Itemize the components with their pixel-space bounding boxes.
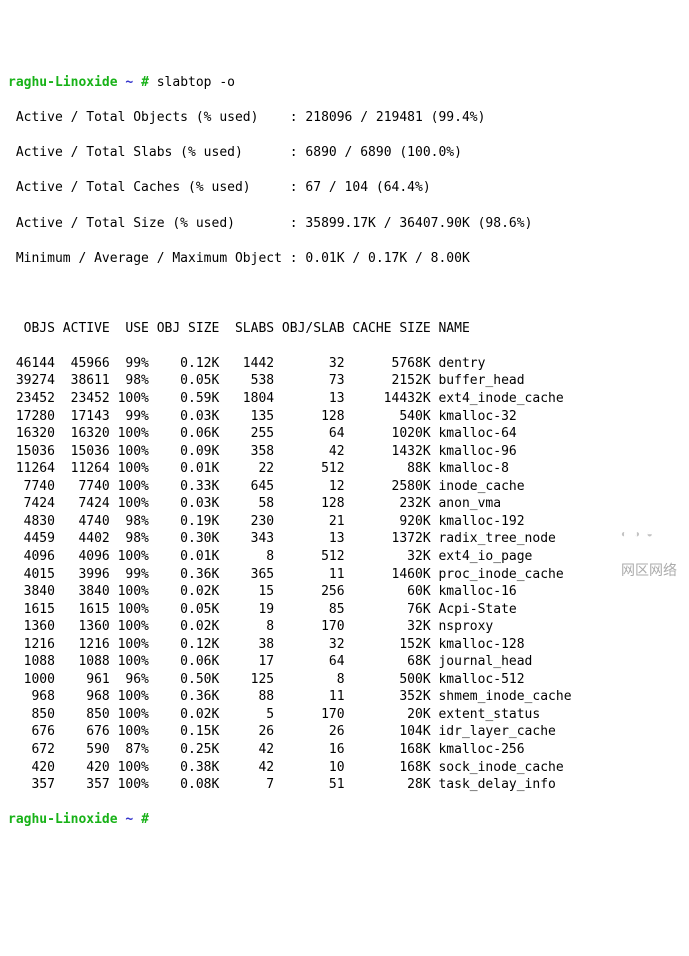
command-text: slabtop -o — [157, 75, 235, 90]
prompt-path: ~ — [125, 812, 133, 827]
table-header: OBJS ACTIVE USE OBJ SIZE SLABS OBJ/SLAB … — [8, 320, 681, 338]
watermark-icons: ◐ ◑ ◒ — [621, 529, 655, 540]
watermark-text: 网区网络 — [621, 562, 677, 578]
prompt-path: ~ — [125, 75, 133, 90]
prompt-line: raghu-Linoxide ~ # slabtop -o — [8, 74, 681, 92]
prompt-user-host: raghu-Linoxide — [8, 812, 118, 827]
summary-line-3: Active / Total Caches (% used) : 67 / 10… — [8, 179, 681, 197]
blank-line — [8, 285, 681, 303]
prompt-hash: # — [141, 812, 149, 827]
prompt-line-end: raghu-Linoxide ~ # — [8, 811, 681, 829]
summary-line-5: Minimum / Average / Maximum Object : 0.0… — [8, 250, 681, 268]
prompt-user-host: raghu-Linoxide — [8, 75, 118, 90]
prompt-hash: # — [141, 75, 149, 90]
summary-line-1: Active / Total Objects (% used) : 218096… — [8, 109, 681, 127]
summary-line-4: Active / Total Size (% used) : 35899.17K… — [8, 215, 681, 233]
table-body: 46144 45966 99% 0.12K 1442 32 5768K dent… — [8, 355, 681, 794]
summary-line-2: Active / Total Slabs (% used) : 6890 / 6… — [8, 144, 681, 162]
watermark: ◐ ◑ ◒ 网区网络 — [613, 504, 677, 580]
